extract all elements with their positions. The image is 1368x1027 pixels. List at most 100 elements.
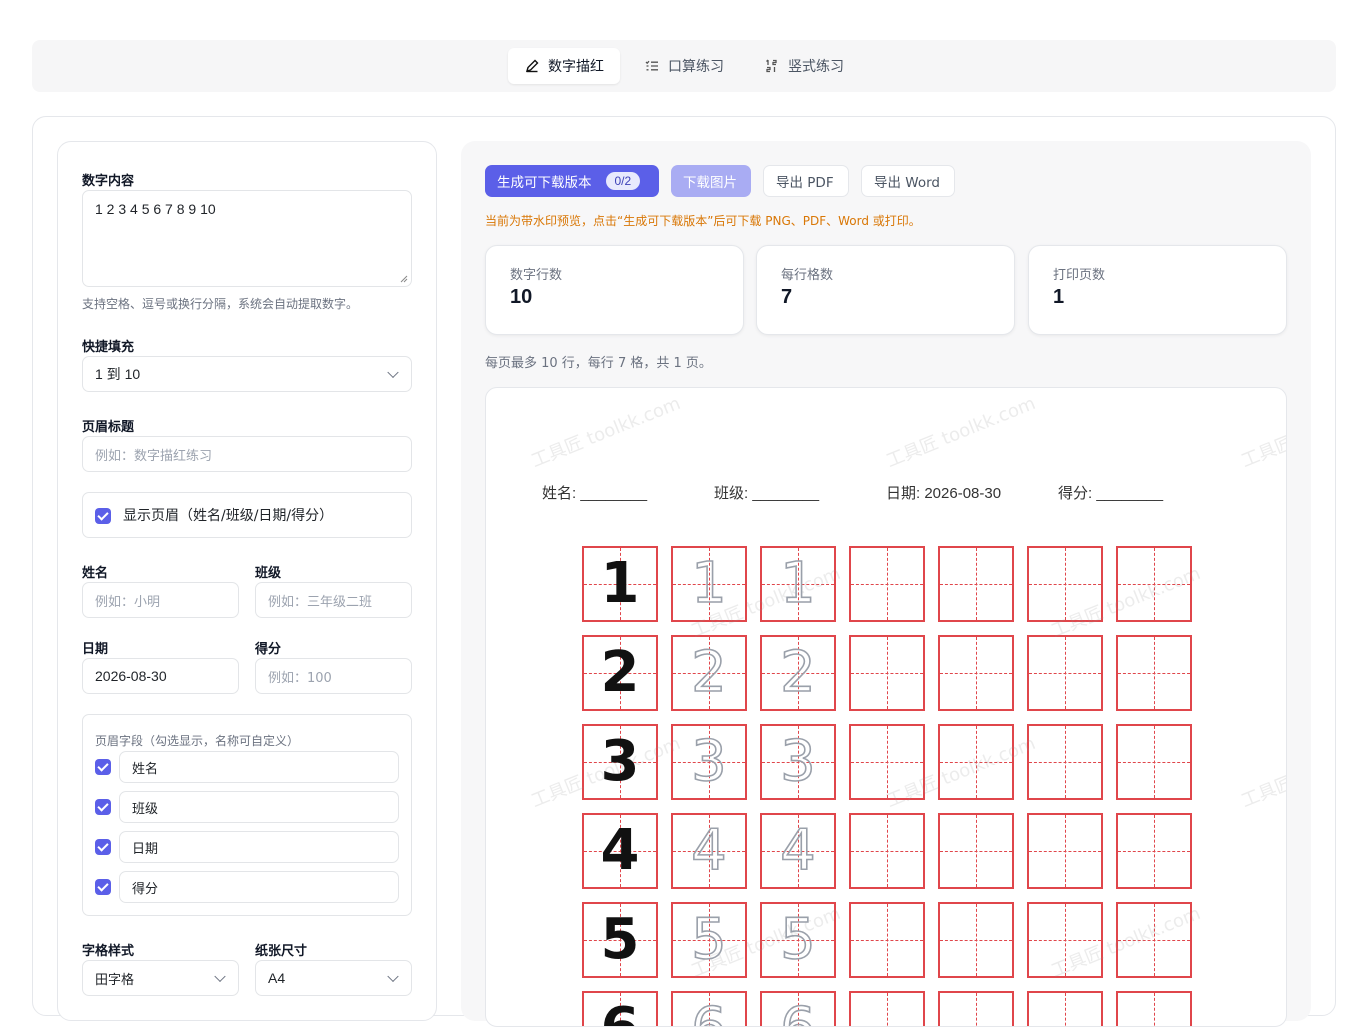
grid-cell: 2: [760, 635, 836, 711]
grid-cell: 1: [760, 546, 836, 622]
grid-cell: [1116, 991, 1192, 1026]
trace-digit: 5: [690, 907, 727, 972]
resize-handle-icon[interactable]: [400, 275, 408, 283]
grid-cell: [1116, 635, 1192, 711]
grid-cell: [849, 546, 925, 622]
grid-cell: [1116, 724, 1192, 800]
digits-textarea[interactable]: 1 2 3 4 5 6 7 8 9 10: [82, 190, 412, 287]
sheet-header-name: 姓名: ________: [542, 485, 648, 502]
chevron-down-icon: [387, 366, 399, 379]
grid-cell: [1027, 991, 1103, 1026]
grid-cell: [849, 991, 925, 1026]
watermark: 工具匠 toolkk.com: [883, 392, 1039, 472]
content-hint: 支持空格、逗号或换行分隔，系统会自动提取数字。: [82, 297, 359, 311]
chevron-down-icon: [214, 970, 226, 983]
grid-cell: 2: [582, 635, 658, 711]
grid-cell: 4: [760, 813, 836, 889]
trace-digit: 6: [673, 993, 745, 1026]
grid-cell: [938, 902, 1014, 978]
header-field-date[interactable]: 日期: [119, 831, 399, 863]
class-label: 班级: [255, 566, 282, 581]
model-digit: 6: [584, 993, 656, 1027]
trace-digit: 4: [779, 818, 816, 883]
tab-vertical-calc[interactable]: 竖式练习: [748, 48, 860, 84]
trace-digit: 3: [779, 729, 816, 794]
grid-cell: [938, 635, 1014, 711]
grid-cell: 2: [671, 635, 747, 711]
watermark: 工具匠 toolkk.com: [1238, 393, 1287, 472]
grid-cell: 3: [582, 724, 658, 800]
tab-mental-math[interactable]: 口算练习: [628, 48, 740, 84]
grid-cell: [938, 546, 1014, 622]
stat-rows: 数字行数 10: [485, 245, 744, 335]
export-pdf-button[interactable]: 导出 PDF: [763, 165, 849, 197]
name-input[interactable]: 例如：小明: [82, 582, 239, 618]
header-field-class[interactable]: 班级: [119, 791, 399, 823]
sheet-header-class: 班级: ________: [714, 485, 820, 502]
grid-cell: 1: [671, 546, 747, 622]
mode-tabs: 数字描红 口算练习 竖式练习: [32, 40, 1336, 92]
watermark-notice: 当前为带水印预览，点击“生成可下载版本”后可下载 PNG、PDF、Word 或打…: [485, 214, 921, 228]
grid-cell: 6: [671, 991, 747, 1026]
checklist-icon: [645, 60, 658, 71]
grid-cell: 5: [760, 902, 836, 978]
sheet-header-date: 日期: 2026-08-30: [886, 485, 1002, 502]
paper-size-select[interactable]: A4: [255, 960, 412, 996]
show-header-toggle[interactable]: 显示页眉（姓名/班级/日期/得分）: [82, 492, 412, 538]
name-label: 姓名: [82, 566, 109, 581]
trace-digit: 1: [779, 551, 816, 616]
trace-digit: 2: [690, 640, 727, 705]
trace-digit: 5: [779, 907, 816, 972]
checkbox-checked-icon[interactable]: [95, 759, 111, 775]
checkbox-checked-icon[interactable]: [95, 799, 111, 815]
trace-digit: 3: [690, 729, 727, 794]
quickfill-select[interactable]: 1 到 10: [82, 356, 412, 392]
worksheet-preview: 姓名: ________ 班级: ________ 日期: 2026-08-30…: [485, 387, 1287, 1027]
model-digit: 4: [600, 818, 640, 883]
trace-digit: 2: [779, 640, 816, 705]
grid-cell: 3: [671, 724, 747, 800]
generate-count-badge: 0/2: [605, 172, 641, 190]
checkbox-checked-icon[interactable]: [95, 879, 111, 895]
grid-cell: 6: [760, 991, 836, 1026]
grid-cell: [938, 991, 1014, 1026]
watermark: 工具匠 toolkk.com: [1238, 733, 1287, 812]
checkbox-checked-icon[interactable]: [95, 839, 111, 855]
title-input[interactable]: 例如：数字描红练习: [82, 436, 412, 472]
class-input[interactable]: 例如：三年级二班: [255, 582, 412, 618]
trace-digit: 4: [690, 818, 727, 883]
grid-cell: 5: [671, 902, 747, 978]
grid-cell: [1027, 813, 1103, 889]
grid-cell: [849, 635, 925, 711]
grid-cell: 3: [760, 724, 836, 800]
header-field-score[interactable]: 得分: [119, 871, 399, 903]
export-word-button[interactable]: 导出 Word: [861, 165, 955, 197]
model-digit: 1: [600, 551, 640, 616]
score-label: 得分: [255, 642, 282, 657]
generate-download-button[interactable]: 生成可下载版本 0/2: [485, 165, 659, 197]
content-label: 数字内容: [82, 174, 135, 189]
sheet-header-score: 得分: ________: [1058, 485, 1164, 502]
grid-cell: [1027, 635, 1103, 711]
header-field-name[interactable]: 姓名: [119, 751, 399, 783]
model-digit: 5: [600, 907, 640, 972]
download-image-button[interactable]: 下载图片: [671, 165, 751, 197]
trace-digit: 1: [690, 551, 727, 616]
checkbox-checked-icon[interactable]: [95, 508, 111, 524]
score-input[interactable]: 例如：100: [255, 658, 412, 694]
paper-size-label: 纸张尺寸: [255, 944, 308, 959]
quickfill-label: 快捷填充: [82, 340, 135, 355]
watermark: 工具匠 toolkk.com: [528, 392, 684, 472]
grid-cell: [849, 813, 925, 889]
header-fields-title: 页眉字段（勾选显示，名称可自定义）: [95, 734, 300, 748]
grid-cell: 6: [582, 991, 658, 1027]
model-digit: 3: [600, 729, 640, 794]
grid-style-select[interactable]: 田字格: [82, 960, 239, 996]
date-input[interactable]: 2026-08-30: [82, 658, 239, 694]
date-label: 日期: [82, 642, 109, 657]
vertical-calc-icon: [766, 59, 777, 73]
grid-cell: 1: [582, 546, 658, 622]
grid-cell: [938, 813, 1014, 889]
pencil-icon: [525, 59, 539, 73]
tab-digit-tracing[interactable]: 数字描红: [508, 48, 620, 84]
